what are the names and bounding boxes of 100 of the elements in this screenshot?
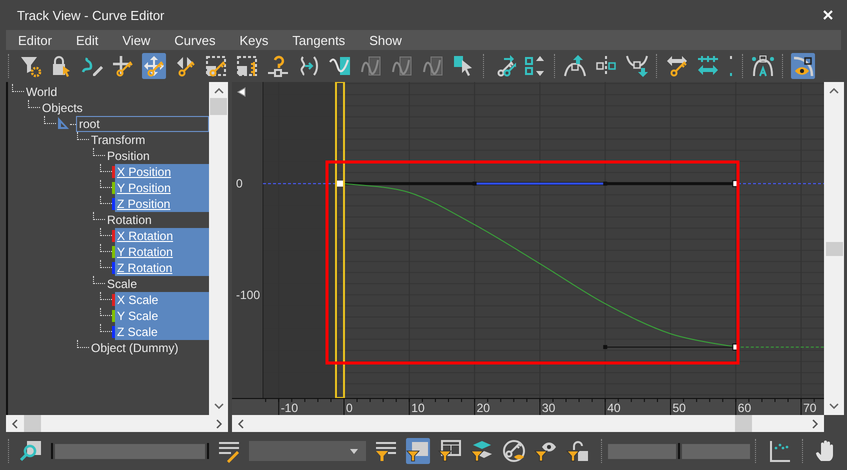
scale-key-icon [204, 54, 228, 78]
menu-item[interactable]: Editor [12, 32, 64, 48]
axis-label: 50 [672, 401, 686, 415]
scatter-graph-icon [768, 439, 792, 463]
left-chevron-icon[interactable] [12, 418, 18, 428]
curve-eye-icon [791, 54, 815, 78]
toolbar-button[interactable] [665, 53, 689, 79]
axis-label: 20 [476, 401, 490, 415]
toolbar-button[interactable] [502, 438, 526, 464]
dropdown-arrow-icon [350, 448, 358, 454]
curve-icon [390, 54, 414, 78]
horizontal-scrollbar[interactable] [6, 415, 228, 432]
scrollbar-thumb[interactable] [735, 415, 752, 432]
tree-item[interactable]: X Position [115, 164, 209, 180]
input-field[interactable] [608, 444, 676, 458]
curve-letter-icon [751, 54, 775, 78]
toolbar-button[interactable] [727, 53, 735, 79]
toolbar-button[interactable] [791, 53, 815, 79]
toolbar-button[interactable] [470, 438, 494, 464]
toolbar-button[interactable] [566, 438, 590, 464]
scrollbar-thumb[interactable] [24, 415, 41, 432]
toolbar-button[interactable] [625, 53, 649, 79]
tree-item[interactable]: Y Scale [115, 308, 209, 324]
menu-item[interactable]: View [116, 32, 162, 48]
tree-item[interactable]: X Rotation [115, 228, 209, 244]
spacing-arrows-icon [696, 54, 720, 78]
tree-item[interactable]: Scale [105, 276, 140, 292]
up-chevron-icon[interactable] [214, 88, 224, 94]
menu-item[interactable]: Curves [168, 32, 228, 48]
tree-item[interactable]: Z Position [115, 196, 209, 212]
tree-item[interactable]: root [76, 116, 209, 132]
toolbar-button[interactable] [19, 438, 43, 464]
close-icon[interactable] [823, 10, 833, 20]
arrow-key-icon [665, 54, 689, 78]
filter-window-icon [406, 439, 430, 463]
curve-icon [359, 54, 383, 78]
window-title: Track View - Curve Editor [17, 8, 166, 22]
horizontal-scrollbar[interactable] [232, 415, 824, 432]
menu-item[interactable]: Tangents [286, 32, 358, 48]
insert-key-icon [266, 54, 290, 78]
toolbar-button[interactable] [204, 53, 228, 79]
down-chevron-icon[interactable] [829, 403, 839, 409]
scroll-left-triangle-icon[interactable] [238, 88, 245, 96]
toolbar-button[interactable] [111, 53, 135, 79]
input-field[interactable] [682, 444, 750, 458]
up-down-arrows-icon [523, 54, 547, 78]
toolbar-button[interactable] [406, 438, 430, 464]
tangent-handle[interactable] [472, 182, 477, 186]
axis-label: 0 [236, 176, 243, 191]
filter-lock-icon [566, 439, 590, 463]
tree-item[interactable]: Position [105, 148, 152, 164]
left-chevron-icon[interactable] [238, 418, 244, 428]
tree-item[interactable]: Y Position [115, 180, 209, 196]
curve-graph-panel[interactable]: 0 -100 -10 0 10 20 30 40 50 60 70 [232, 82, 824, 415]
vertical-scrollbar[interactable] [824, 82, 844, 415]
vertical-scrollbar[interactable] [209, 82, 228, 415]
search-field[interactable] [55, 444, 205, 458]
toolbar-button[interactable] [751, 53, 775, 79]
tree-item[interactable]: X Scale [115, 292, 209, 308]
right-chevron-icon[interactable] [216, 418, 222, 428]
tree-item[interactable]: Z Rotation [115, 260, 209, 276]
axis-label: 70 [803, 401, 816, 415]
move-key-icon [142, 54, 166, 78]
search-icon [19, 439, 43, 463]
axis-label: 40 [607, 401, 621, 415]
tree-item[interactable]: Y Rotation [115, 244, 209, 260]
tree-item[interactable]: Objects [40, 100, 85, 116]
tree-item[interactable]: Transform [89, 132, 148, 148]
menu-item[interactable]: Keys [234, 32, 280, 48]
scrollbar-thumb[interactable] [210, 98, 227, 115]
menu-item[interactable]: Show [363, 32, 414, 48]
tree-item[interactable]: Z Scale [115, 324, 209, 340]
axis-label: 60 [738, 401, 752, 415]
tree-item[interactable]: Object (Dummy) [89, 340, 180, 356]
ruler-triangle-icon [56, 116, 70, 130]
axis-label: -100 [236, 288, 260, 302]
tree-item[interactable]: World [24, 84, 60, 100]
time-slider-line[interactable] [335, 82, 345, 399]
toolbar-button[interactable] [438, 438, 462, 464]
toolbar-button[interactable] [563, 53, 587, 79]
filter-layers-icon [470, 439, 494, 463]
scrollbar-thumb[interactable] [826, 242, 842, 256]
key-eye-icon [502, 439, 526, 463]
filter-icon [18, 54, 42, 78]
toolbar-button[interactable] [235, 53, 259, 79]
toolbar-button[interactable] [266, 53, 290, 79]
menu-item[interactable]: Edit [70, 32, 110, 48]
tangent-handle[interactable] [603, 182, 608, 186]
down-chevron-icon[interactable] [214, 403, 224, 409]
curve-up-icon [563, 54, 587, 78]
time-ruler[interactable] [232, 398, 824, 415]
right-chevron-icon[interactable] [812, 418, 818, 428]
plus-key-icon [111, 54, 135, 78]
toolbar-button[interactable] [768, 438, 792, 464]
curve-down-icon [625, 54, 649, 78]
tangent-curve-icon [328, 54, 352, 78]
up-chevron-icon[interactable] [829, 88, 839, 94]
axis-label: 0 [346, 401, 353, 415]
axis-label: 30 [542, 401, 556, 415]
tree-item[interactable]: Rotation [105, 212, 154, 228]
